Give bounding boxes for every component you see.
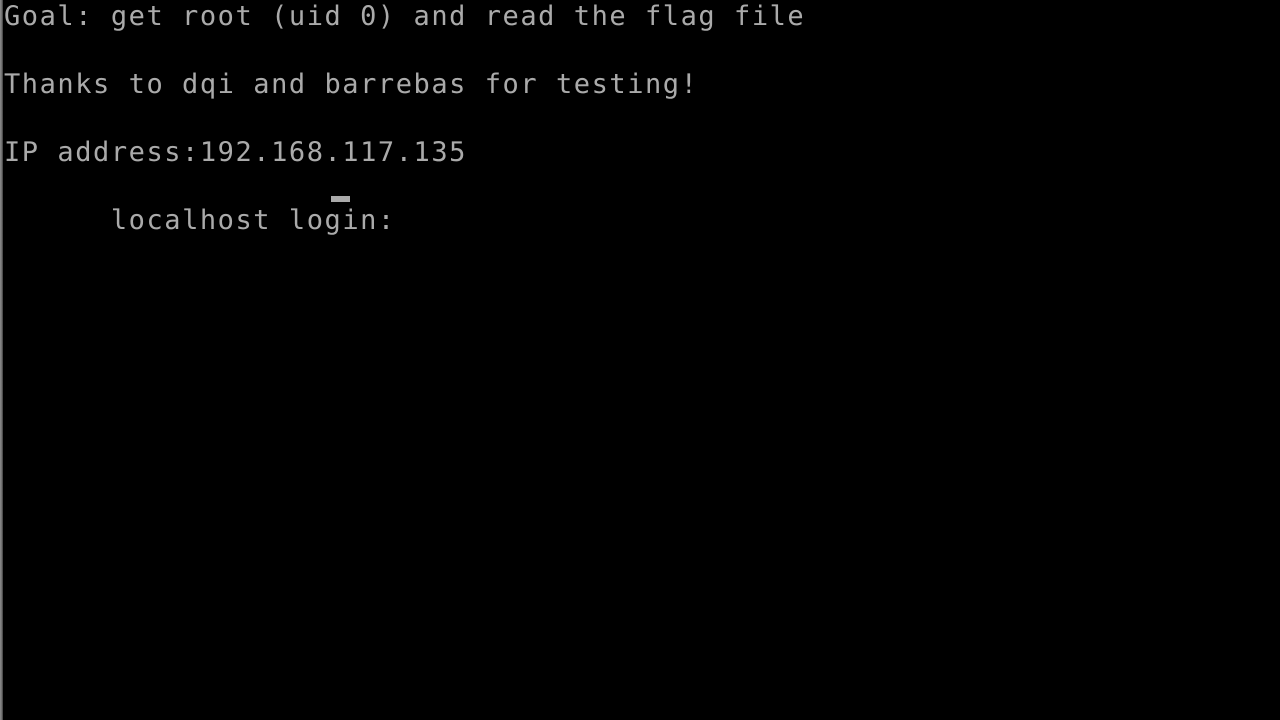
login-prompt-label: localhost login: — [110, 205, 414, 236]
console-line-credits: Thanks to dqi and barrebas for testing! — [4, 69, 699, 100]
console-output: Goal: get root (uid 0) and read the flag… — [4, 0, 1276, 236]
console-line-goal: Goal: get root (uid 0) and read the flag… — [4, 1, 806, 32]
console-line-blank-2 — [4, 102, 1276, 136]
console-line-ip-address: IP address:192.168.117.135 — [4, 137, 467, 168]
text-cursor — [331, 196, 350, 202]
terminal-screen[interactable]: Goal: get root (uid 0) and read the flag… — [0, 0, 1280, 720]
login-prompt-line[interactable]: localhost login: — [4, 170, 1276, 236]
screen-left-border — [0, 0, 3, 720]
console-line-blank-1 — [4, 34, 1276, 68]
